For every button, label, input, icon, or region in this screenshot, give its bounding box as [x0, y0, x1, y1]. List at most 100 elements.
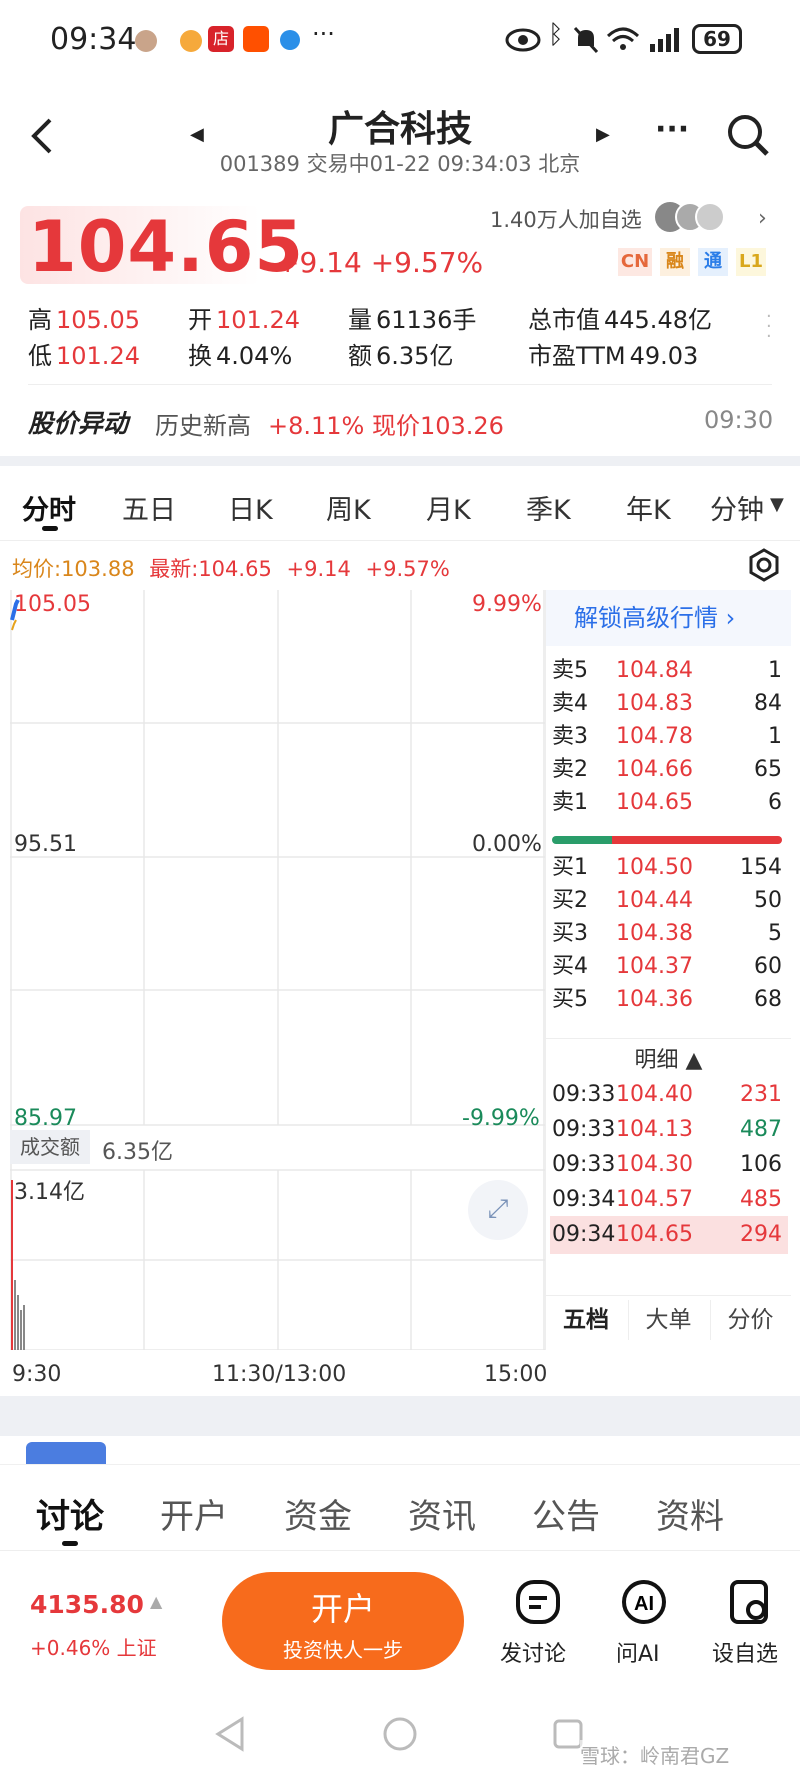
order-price: 104.37: [616, 954, 693, 979]
tab-monthly[interactable]: 月K: [426, 488, 471, 527]
tab-minute[interactable]: 分钟: [710, 488, 764, 527]
stat-item: 量 61136手: [348, 300, 476, 335]
order-label: 买2: [552, 888, 588, 913]
order-qty: 60: [754, 954, 782, 979]
unlock-banner[interactable]: 解锁高级行情 ›: [546, 590, 791, 646]
change-value: +9.14: [276, 246, 362, 279]
tab-open-account[interactable]: 开户: [160, 1489, 228, 1538]
tab-5day[interactable]: 五日: [122, 488, 176, 527]
detail-title: 明细: [634, 1048, 679, 1073]
sell-ratio-bar: [612, 836, 782, 844]
stat-label: 开: [188, 306, 212, 334]
caret-up-icon: ▲: [685, 1048, 703, 1073]
order-qty: 84: [754, 691, 782, 716]
watermark: 雪球：岭南君GZ: [580, 1740, 730, 1769]
order-price: 104.84: [616, 658, 693, 683]
detail-header[interactable]: 明细 ▲: [546, 1042, 791, 1074]
expand-icon[interactable]: ⤢: [468, 1180, 528, 1240]
tab-funds[interactable]: 资金: [284, 1489, 352, 1538]
nav-home-icon[interactable]: [382, 1716, 418, 1752]
mute-icon: [573, 26, 599, 54]
stat-item: 开 101.24: [188, 300, 300, 335]
settings-icon[interactable]: [748, 548, 780, 582]
discuss-label[interactable]: 发讨论: [500, 1636, 566, 1668]
watchers-count[interactable]: 1.40万人加自选: [490, 204, 642, 234]
stat-item: 总市值 445.48亿: [528, 300, 712, 335]
caret-up-icon: ▲: [150, 1592, 163, 1611]
cta-title: 开户: [310, 1590, 375, 1628]
stat-item: 换 4.04%: [188, 336, 292, 371]
subtab-price[interactable]: 分价: [710, 1300, 790, 1340]
tab-weekly[interactable]: 周K: [326, 488, 371, 527]
avg-price: 均价:103.88: [12, 557, 135, 581]
stat-value: 445.48亿: [604, 306, 712, 334]
trade-time: 09:33: [552, 1152, 616, 1177]
tab-yearly[interactable]: 年K: [626, 488, 671, 527]
trade-qty: 487: [740, 1117, 782, 1142]
tab-daily[interactable]: 日K: [228, 488, 273, 527]
stat-value: 105.05: [56, 306, 140, 334]
stats-grid: 高 105.05 开 101.24 量 61136手 总市值 445.48亿低 101.24 换 4…: [28, 300, 728, 380]
wifi-icon: [606, 27, 640, 50]
unlock-label: 解锁高级行情: [574, 604, 718, 632]
tab-indicator: [42, 526, 58, 531]
alert-change[interactable]: +8.11% 现价103.26: [268, 406, 504, 441]
shop-icon: 店: [208, 26, 234, 52]
intraday-chart[interactable]: [10, 590, 545, 1350]
order-price: 104.50: [616, 855, 693, 880]
x-axis-start: 9:30: [12, 1362, 62, 1387]
order-qty: 50: [754, 888, 782, 913]
x-axis-end: 15:00: [484, 1362, 548, 1387]
stat-value: 101.24: [56, 342, 140, 370]
order-price: 104.83: [616, 691, 693, 716]
y-axis-bottom: 85.97: [14, 1106, 77, 1131]
order-price: 104.65: [616, 790, 693, 815]
stat-value: 101.24: [216, 306, 300, 334]
tab-announcements[interactable]: 公告: [532, 1489, 600, 1538]
alert-time: 09:30: [704, 406, 774, 434]
chart-info: 均价:103.88 最新:104.65 +9.14 +9.57%: [12, 553, 450, 583]
order-qty: 68: [754, 987, 782, 1012]
tab-profile[interactable]: 资料: [656, 1489, 724, 1538]
current-price: 104.65: [28, 206, 305, 288]
dropdown-icon[interactable]: ▼: [770, 494, 784, 515]
alert-title: 股价异动: [28, 409, 129, 438]
tab-discussion[interactable]: 讨论: [36, 1489, 104, 1538]
index-value[interactable]: 4135.80: [30, 1590, 144, 1619]
subtab-level5[interactable]: 五档: [546, 1300, 626, 1340]
add-watchlist-label[interactable]: 设自选: [712, 1636, 778, 1668]
add-watchlist-icon[interactable]: [726, 1578, 774, 1626]
volume-label[interactable]: 成交额: [10, 1130, 90, 1164]
order-label: 卖1: [552, 790, 588, 815]
order-price: 104.44: [616, 888, 693, 913]
ask-ai-label[interactable]: 问AI: [616, 1636, 660, 1668]
tab-news[interactable]: 资讯: [408, 1489, 476, 1538]
stat-item: 市盈TTM 49.03: [528, 336, 698, 371]
trade-qty: 106: [740, 1152, 782, 1177]
ai-icon[interactable]: AI: [620, 1578, 668, 1626]
index-change-row: +0.46% 上证: [30, 1632, 157, 1661]
volume-total: 6.35亿: [102, 1140, 173, 1165]
discuss-icon[interactable]: [514, 1578, 562, 1626]
watcher-avatars: [655, 200, 725, 234]
stat-label: 量: [348, 306, 372, 334]
trade-time: 09:33: [552, 1117, 616, 1142]
trade-time: 09:33: [552, 1082, 616, 1107]
app-icon: [180, 30, 202, 52]
tab-intraday[interactable]: 分时: [22, 488, 76, 527]
badge-l1: L1: [736, 248, 766, 276]
stat-label: 换: [188, 342, 212, 370]
alert-text[interactable]: 历史新高: [155, 406, 251, 441]
chevron-right-icon[interactable]: ›: [758, 206, 767, 231]
more-icon[interactable]: ···: [655, 112, 689, 147]
pct-axis-top: 9.99%: [472, 592, 542, 617]
tab-quarterly[interactable]: 季K: [526, 488, 571, 527]
subtab-large[interactable]: 大单: [628, 1300, 708, 1340]
stat-value: 4.04%: [216, 342, 293, 370]
battery-icon: 69: [692, 24, 742, 54]
nav-back-icon[interactable]: [214, 1716, 246, 1752]
stock-code: 001389: [219, 152, 300, 176]
drag-handle-icon[interactable]: · · ·: [766, 308, 772, 346]
open-account-button[interactable]: 开户 投资快人一步: [222, 1572, 464, 1670]
search-icon[interactable]: [725, 112, 771, 158]
